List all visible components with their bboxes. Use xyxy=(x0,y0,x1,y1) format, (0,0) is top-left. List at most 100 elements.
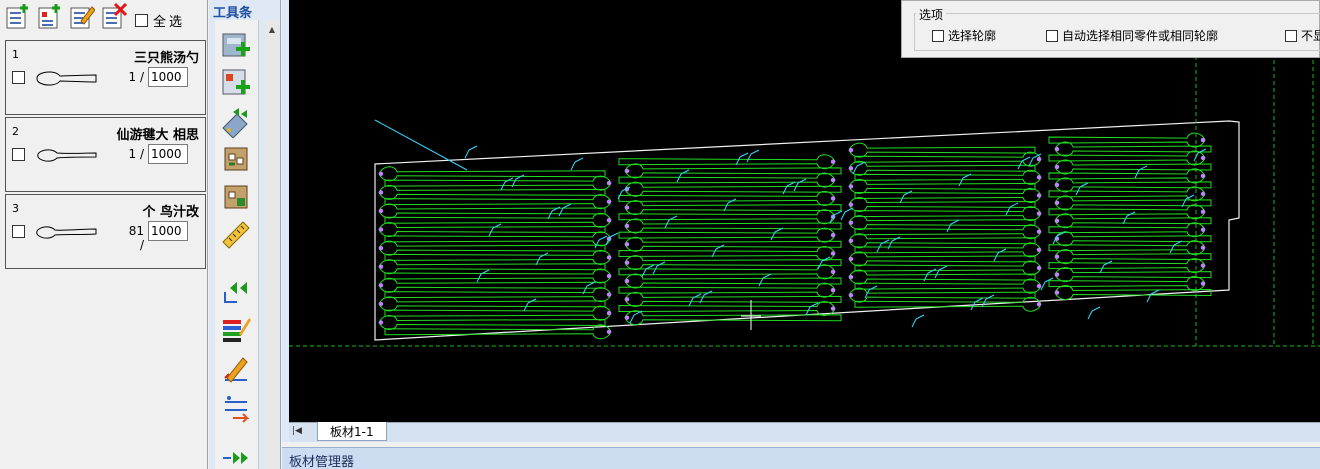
part-card[interactable]: 2 仙游毽大 相思 1 / 1000 xyxy=(5,117,206,192)
pierce-point xyxy=(1036,229,1042,234)
sort-icon xyxy=(225,396,250,423)
edit-part-button[interactable] xyxy=(69,3,95,31)
lead-marker xyxy=(1040,277,1054,291)
pierce-point xyxy=(848,147,854,153)
pierce-point xyxy=(378,283,384,288)
lead-marker xyxy=(934,265,948,279)
select-all-checkbox[interactable]: 全选 xyxy=(135,11,185,30)
fast-forward-button[interactable] xyxy=(219,444,253,469)
edit-part-icon xyxy=(70,6,95,29)
hide-option[interactable]: 不显 xyxy=(1285,27,1320,44)
edit-path-button[interactable] xyxy=(219,352,253,386)
checkbox-box[interactable] xyxy=(135,14,148,27)
sort-button[interactable] xyxy=(219,392,253,426)
pierce-point xyxy=(830,196,836,201)
nested-spoon-part xyxy=(378,184,606,200)
remnant-button[interactable] xyxy=(219,142,253,176)
nested-spoon-part xyxy=(848,287,1036,303)
pierce-point xyxy=(606,180,612,186)
toolbar-panel: 工具条 ▲ xyxy=(209,0,281,469)
checkbox-box[interactable] xyxy=(932,29,944,42)
part-index: 2 xyxy=(12,125,19,138)
nesting-drawing xyxy=(289,0,1320,347)
nested-spoon-part xyxy=(848,178,1036,194)
pierce-point xyxy=(1200,137,1206,143)
nested-spoon-part xyxy=(848,251,1036,267)
measure-ruler-button[interactable] xyxy=(219,218,253,252)
nesting-canvas[interactable] xyxy=(289,0,1320,422)
nested-spoon-part xyxy=(854,151,1042,167)
rewind-button[interactable] xyxy=(219,274,253,308)
pierce-point xyxy=(1036,247,1042,253)
part-total-input[interactable]: 1000 xyxy=(148,67,188,87)
import-part-button[interactable] xyxy=(37,3,63,31)
lead-marker xyxy=(500,177,514,191)
part-checkbox[interactable] xyxy=(12,225,25,238)
toolbar-title: 工具条 xyxy=(213,6,253,21)
nested-spoon-part xyxy=(854,278,1042,294)
pierce-point xyxy=(830,287,836,293)
pierce-point xyxy=(378,264,384,269)
pierce-point xyxy=(606,273,612,279)
pierce-point xyxy=(848,238,854,243)
part-checkbox[interactable] xyxy=(12,71,25,84)
part-card[interactable]: 3 个 鸟汁改 81 / 1000 xyxy=(5,194,206,269)
auto-select-same-option[interactable]: 自动选择相同零件或相同轮廓 xyxy=(1046,27,1218,44)
pierce-point xyxy=(378,171,384,176)
add-part-button[interactable] xyxy=(5,3,31,31)
select-all-label: 全选 xyxy=(153,15,186,30)
delete-part-button[interactable] xyxy=(101,3,127,31)
pierce-point xyxy=(1200,173,1206,179)
sheet-manager-bar[interactable]: 板材管理器 xyxy=(282,447,1320,469)
lead-marker xyxy=(652,261,666,275)
tab-first-icon[interactable]: |◀ xyxy=(292,426,302,436)
select-contour-option[interactable]: 选择轮廓 xyxy=(932,27,996,44)
nested-spoon-part xyxy=(378,277,606,293)
lead-marker xyxy=(476,269,490,283)
nested-spoon-part xyxy=(624,310,842,326)
tab-sheet-1-1[interactable]: 板材1-1 xyxy=(317,422,387,441)
nested-spoon-part xyxy=(854,187,1042,203)
remnant-edit-button[interactable] xyxy=(219,180,253,214)
part-total-input[interactable]: 1000 xyxy=(148,144,188,164)
nested-spoon-part xyxy=(854,206,1042,222)
nested-spoon-part xyxy=(624,200,842,216)
auto-nest-button[interactable] xyxy=(219,104,253,138)
layer-color-icon xyxy=(223,318,251,342)
pierce-point xyxy=(1200,263,1206,268)
add-sheet-button[interactable] xyxy=(219,28,253,62)
pierce-point xyxy=(606,255,612,260)
layer-color-button[interactable] xyxy=(219,312,253,346)
lead-marker xyxy=(547,206,561,220)
pierce-point xyxy=(1036,175,1042,180)
part-total-input[interactable]: 1000 xyxy=(148,221,188,241)
part-checkbox[interactable] xyxy=(12,148,25,161)
nested-spoon-part xyxy=(384,324,612,340)
pierce-point xyxy=(830,306,836,311)
nested-spoon-part xyxy=(848,233,1036,249)
sheet-outline xyxy=(374,120,1240,341)
part-card[interactable]: 1 三只熊汤勺 1 / 1000 xyxy=(5,40,206,115)
scroll-up-icon[interactable]: ▲ xyxy=(265,22,279,36)
pierce-point xyxy=(624,278,630,284)
nested-spoon-part xyxy=(618,190,836,206)
options-panel: 选项 选择轮廓 自动选择相同零件或相同轮廓 不显 xyxy=(901,0,1320,58)
nested-spoon-part xyxy=(848,160,1036,176)
lead-marker xyxy=(746,149,760,163)
lead-marker xyxy=(993,248,1007,262)
pierce-point xyxy=(1054,272,1060,277)
pierce-point xyxy=(1200,155,1206,161)
toolbar-scrollbar[interactable]: ▲ xyxy=(265,20,279,469)
import-sheet-icon xyxy=(222,69,250,95)
options-title: 选项 xyxy=(916,6,947,23)
lead-marker xyxy=(793,178,807,192)
import-sheet-button[interactable] xyxy=(219,66,253,100)
nested-spoon-part xyxy=(618,245,836,261)
pierce-point xyxy=(1036,302,1042,307)
pierce-point xyxy=(1200,281,1206,286)
checkbox-box[interactable] xyxy=(1285,29,1297,42)
pierce-point xyxy=(606,329,612,334)
checkbox-box[interactable] xyxy=(1046,29,1058,42)
nested-spoon-part xyxy=(848,215,1036,231)
nested-spoon-part xyxy=(618,172,836,188)
